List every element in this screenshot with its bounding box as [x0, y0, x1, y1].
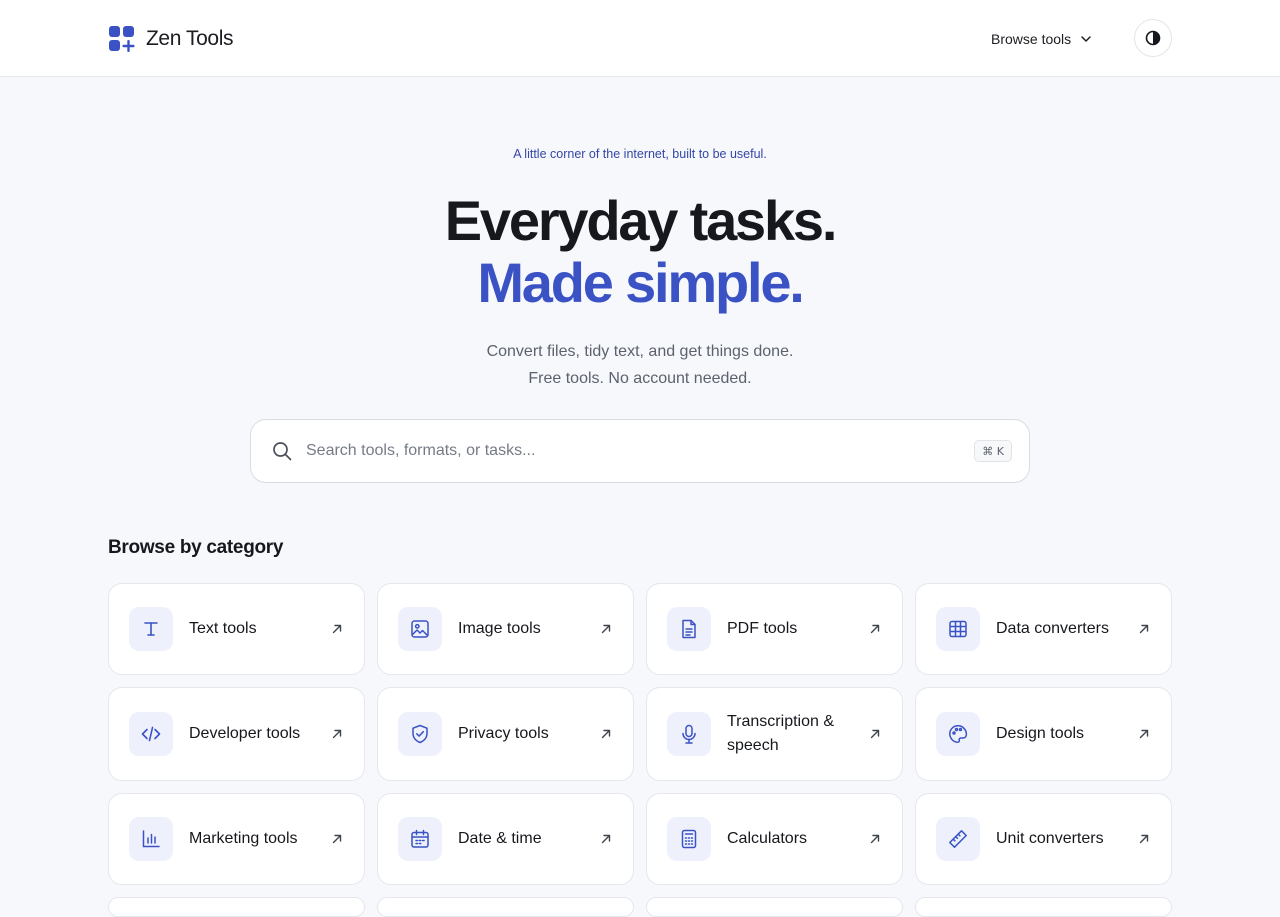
search-bar[interactable]: ⌘ K — [250, 419, 1030, 483]
category-card-design-tools[interactable]: Design tools — [915, 687, 1172, 781]
shield-check-icon — [398, 712, 442, 756]
palette-icon — [936, 712, 980, 756]
category-label: Design tools — [996, 725, 1085, 742]
calendar-icon — [398, 817, 442, 861]
arrow-up-right-icon — [868, 727, 882, 741]
arrow-up-right-icon — [330, 832, 344, 846]
category-grid: Text tools Image tools PDF tools Data co… — [108, 583, 1172, 885]
hero-subtitle: Convert files, tidy text, and get things… — [0, 338, 1280, 392]
image-icon — [398, 607, 442, 651]
hero-headline: Everyday tasks. Made simple. — [0, 190, 1280, 314]
table-icon — [936, 607, 980, 651]
category-card-data-converters[interactable]: Data converters — [915, 583, 1172, 675]
contrast-icon — [1145, 30, 1161, 46]
category-card-marketing-tools[interactable]: Marketing tools — [108, 793, 365, 885]
microphone-icon — [667, 712, 711, 756]
categories-title: Browse by category — [108, 537, 284, 558]
calculator-icon — [667, 817, 711, 861]
brand-name: Zen Tools — [146, 27, 234, 50]
hero-tagline: A little corner of the internet, built t… — [513, 147, 767, 161]
arrow-up-right-icon — [599, 622, 613, 636]
subtitle-line-1: Convert files, tidy text, and get things… — [486, 343, 794, 360]
category-card-pdf-tools[interactable]: PDF tools — [646, 583, 903, 675]
arrow-up-right-icon — [599, 727, 613, 741]
category-label: Data converters — [996, 620, 1109, 637]
theme-toggle-button[interactable] — [1134, 19, 1172, 57]
arrow-up-right-icon — [330, 622, 344, 636]
category-label: PDF tools — [727, 620, 798, 637]
arrow-up-right-icon — [1137, 622, 1151, 636]
browse-tools-button[interactable]: Browse tools — [982, 24, 1102, 54]
subtitle-line-2: Free tools. No account needed. — [528, 370, 752, 387]
grid-plus-logo-icon — [109, 26, 135, 52]
category-label: Date & time — [458, 830, 542, 847]
search-icon — [271, 440, 293, 462]
ruler-icon — [936, 817, 980, 861]
headline-line-2: Made simple. — [477, 251, 804, 314]
arrow-up-right-icon — [868, 832, 882, 846]
category-card-date-time[interactable]: Date & time — [377, 793, 634, 885]
category-card-partial[interactable] — [915, 897, 1172, 917]
category-card-privacy-tools[interactable]: Privacy tools — [377, 687, 634, 781]
top-header: Zen Tools Browse tools — [0, 0, 1280, 77]
chevron-down-icon — [1081, 36, 1091, 42]
category-label: Marketing tools — [189, 830, 298, 847]
category-card-developer-tools[interactable]: Developer tools — [108, 687, 365, 781]
category-label: Text tools — [189, 620, 257, 637]
bar-chart-icon — [129, 817, 173, 861]
document-icon — [667, 607, 711, 651]
arrow-up-right-icon — [1137, 832, 1151, 846]
arrow-up-right-icon — [330, 727, 344, 741]
category-label: Transcription & speech — [727, 713, 834, 754]
brand-logo[interactable]: Zen Tools — [108, 24, 233, 54]
headline-line-1: Everyday tasks. — [444, 189, 838, 252]
code-icon — [129, 712, 173, 756]
category-label: Developer tools — [189, 725, 301, 742]
keyboard-shortcut-badge: ⌘ K — [974, 440, 1012, 462]
arrow-up-right-icon — [1137, 727, 1151, 741]
category-card-partial[interactable] — [377, 897, 634, 917]
category-card-unit-converters[interactable]: Unit converters — [915, 793, 1172, 885]
category-card-image-tools[interactable]: Image tools — [377, 583, 634, 675]
category-label: Privacy tools — [458, 725, 549, 742]
text-icon — [129, 607, 173, 651]
arrow-up-right-icon — [599, 832, 613, 846]
category-card-partial[interactable] — [108, 897, 365, 917]
category-label: Image tools — [458, 620, 541, 637]
category-card-transcription-speech[interactable]: Transcription & speech — [646, 687, 903, 781]
category-card-text-tools[interactable]: Text tools — [108, 583, 365, 675]
browse-tools-label: Browse tools — [991, 31, 1072, 47]
search-input[interactable] — [306, 442, 975, 460]
arrow-up-right-icon — [868, 622, 882, 636]
category-card-calculators[interactable]: Calculators — [646, 793, 903, 885]
category-card-partial[interactable] — [646, 897, 903, 917]
category-label: Unit converters — [996, 830, 1104, 847]
category-label: Calculators — [727, 830, 808, 847]
